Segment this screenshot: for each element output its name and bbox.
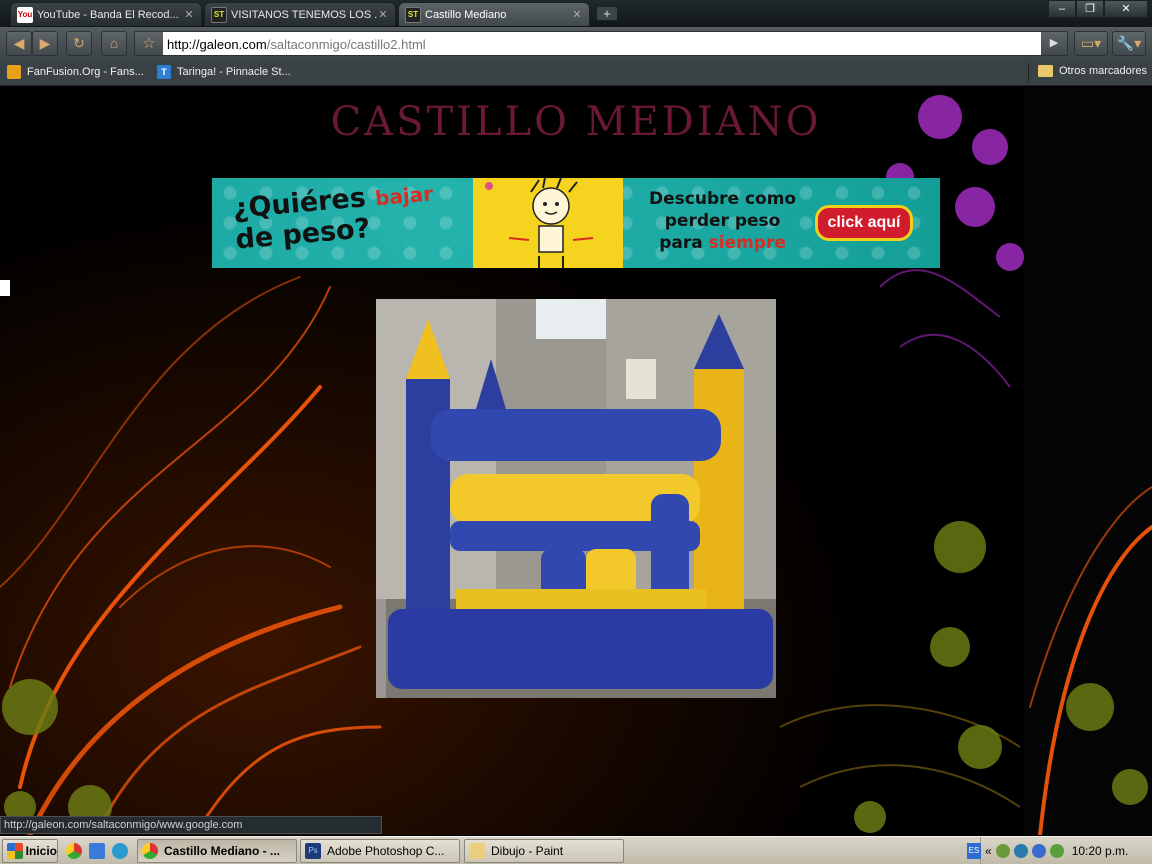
close-window-button[interactable]: ✕	[1104, 0, 1148, 18]
media-player-quicklaunch-icon[interactable]	[112, 843, 128, 859]
language-indicator[interactable]: ES	[967, 843, 981, 859]
tab-visitanos[interactable]: ST VISITANOS TENEMOS LOS ... ✕	[204, 2, 396, 26]
tab-castillo-mediano[interactable]: ST Castillo Mediano ✕	[398, 2, 590, 26]
home-icon: ⌂	[109, 35, 119, 51]
task-label: Adobe Photoshop C...	[327, 844, 445, 858]
url-text: http://galeon.com/saltaconmigo/castillo2…	[167, 37, 426, 52]
window-controls: – ❐ ✕	[1048, 0, 1148, 18]
banner-question-highlight: bajar	[374, 181, 434, 211]
reload-icon: ↻	[73, 35, 85, 51]
back-arrow-icon: ◀	[13, 35, 25, 51]
close-tab-icon[interactable]: ✕	[571, 8, 583, 21]
desktop-quicklaunch-icon[interactable]	[89, 843, 105, 859]
banner-cta-button[interactable]: click aquí	[815, 205, 913, 241]
new-tab-button[interactable]: +	[596, 6, 618, 21]
forward-arrow-icon: ▶	[39, 35, 51, 51]
banner-illustration	[473, 178, 623, 268]
task-adobe-photoshop[interactable]: Ps Adobe Photoshop C...	[300, 839, 460, 863]
close-tab-icon[interactable]: ✕	[377, 8, 389, 21]
tray-expand-chevron[interactable]: «	[985, 844, 992, 858]
maximize-button[interactable]: ❐	[1076, 0, 1104, 18]
photoshop-icon: Ps	[305, 843, 321, 859]
taskbar: Inicio Castillo Mediano - ... Ps Adobe P…	[0, 836, 1152, 864]
bouncy-castle-image	[376, 299, 776, 698]
task-label: Castillo Mediano - ...	[164, 844, 281, 858]
banner-desc-highlight: siempre	[708, 233, 786, 253]
tab-title: Castillo Mediano	[425, 8, 507, 21]
reload-button[interactable]: ↻	[66, 31, 92, 56]
windows-logo-icon	[7, 843, 23, 859]
bookmark-fanfusion[interactable]: FanFusion.Org - Fans...	[7, 65, 144, 79]
tab-strip: You YouTube - Banda El Recod... ✕ ST VIS…	[0, 0, 1152, 27]
bookmark-star-icon[interactable]: ☆	[135, 32, 163, 55]
minimize-button[interactable]: –	[1048, 0, 1076, 18]
antivirus-icon[interactable]	[1049, 844, 1064, 858]
url-host: http://galeon.com	[167, 37, 267, 52]
url-path: /saltaconmigo/castillo2.html	[266, 37, 426, 52]
bookmark-taringa[interactable]: T Taringa! - Pinnacle St...	[157, 65, 291, 79]
bluetooth-icon[interactable]	[1031, 844, 1046, 858]
tab-title: YouTube - Banda El Recod...	[37, 8, 179, 21]
start-label: Inicio	[25, 844, 57, 858]
go-button[interactable]: ▶	[1041, 32, 1067, 55]
banner-desc-line2: perder peso	[664, 211, 781, 231]
network-icon[interactable]	[995, 844, 1010, 858]
chrome-quicklaunch-icon[interactable]	[66, 843, 82, 859]
task-label: Dibujo - Paint	[491, 844, 564, 858]
site-icon: ST	[405, 6, 421, 23]
back-button[interactable]: ◀	[6, 31, 32, 56]
clock[interactable]: 10:20 p.m.	[1072, 844, 1129, 858]
web-page: CASTILLO MEDIANO ¿Quiéres bajar de peso?…	[0, 87, 1152, 835]
go-arrow-icon: ▶	[1049, 37, 1059, 49]
wrench-icon: 🔧▾	[1116, 35, 1142, 51]
task-paint[interactable]: Dibujo - Paint	[464, 839, 624, 863]
fanfusion-icon	[7, 65, 21, 79]
banner-description: Descubre como perder peso para siempre	[649, 188, 796, 254]
bookmarks-bar: FanFusion.Org - Fans... T Taringa! - Pin…	[0, 60, 1152, 86]
banner-desc-line1: Descubre como	[649, 189, 797, 209]
page-menu-icon: ▭▾	[1080, 35, 1102, 51]
other-bookmarks-label: Otros marcadores	[1059, 65, 1148, 77]
banner-desc-line3: para siempre	[649, 232, 796, 254]
paint-icon	[469, 843, 485, 859]
home-button[interactable]: ⌂	[101, 31, 127, 56]
page-menu-button[interactable]: ▭▾	[1074, 31, 1108, 56]
youtube-icon: You	[17, 6, 33, 23]
close-tab-icon[interactable]: ✕	[183, 8, 195, 21]
task-castillo-mediano[interactable]: Castillo Mediano - ...	[137, 839, 297, 863]
castle-photo	[376, 299, 776, 698]
status-bar: http://galeon.com/saltaconmigo/www.googl…	[0, 816, 382, 834]
page-title: CASTILLO MEDIANO	[330, 99, 822, 145]
folder-icon	[1038, 65, 1053, 77]
chrome-icon	[142, 843, 158, 859]
bookmark-label: Taringa! - Pinnacle St...	[177, 66, 291, 78]
tab-title: VISITANOS TENEMOS LOS ...	[231, 8, 377, 21]
banner-desc-prefix: para	[659, 233, 703, 253]
forward-button[interactable]: ▶	[32, 31, 58, 56]
browser-toolbar: ◀ ▶ ↻ ⌂ ☆ http://galeon.com/saltaconmigo…	[0, 27, 1152, 60]
cartoon-girl-icon	[485, 178, 594, 268]
text-cursor	[0, 280, 10, 296]
bookmarks-separator	[1028, 63, 1029, 83]
tab-youtube[interactable]: You YouTube - Banda El Recod... ✕	[10, 2, 202, 26]
site-icon: ST	[211, 6, 227, 23]
taringa-icon: T	[157, 65, 171, 79]
system-tray: ES « 10:20 p.m.	[967, 837, 1152, 864]
start-button[interactable]: Inicio	[2, 839, 58, 863]
bookmark-label: FanFusion.Org - Fans...	[27, 66, 144, 78]
other-bookmarks[interactable]: Otros marcadores	[1038, 65, 1147, 77]
ad-banner[interactable]: ¿Quiéres bajar de peso? Descubre como pe…	[212, 178, 940, 268]
security-icon[interactable]	[1013, 844, 1028, 858]
address-bar[interactable]: ☆ http://galeon.com/saltaconmigo/castill…	[134, 31, 1068, 56]
settings-menu-button[interactable]: 🔧▾	[1112, 31, 1146, 56]
